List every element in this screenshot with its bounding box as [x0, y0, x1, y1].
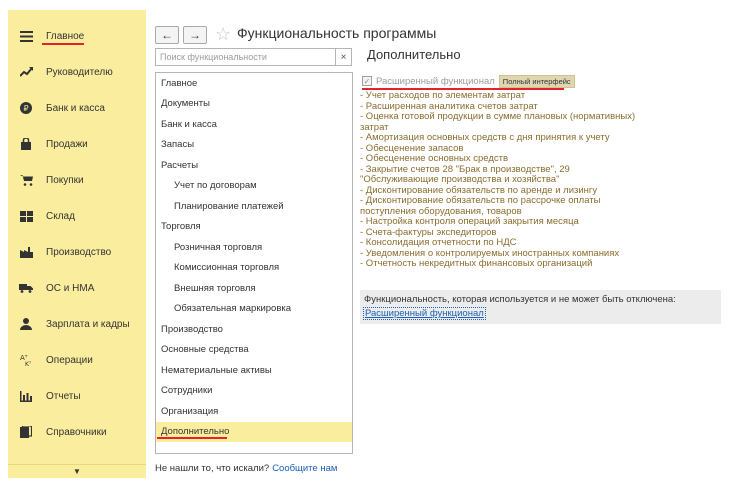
sidebar-item-label: Зарплата и кадры — [46, 318, 130, 330]
list-item[interactable]: Учет по договорам — [156, 176, 352, 196]
list-item[interactable]: Основные средства — [156, 340, 352, 360]
sidebar-item-label: Продажи — [46, 138, 88, 150]
sidebar-item-label: Руководителю — [46, 66, 113, 78]
menu-icon — [19, 29, 33, 43]
feature-line: "Обслуживающие производства и хозяйства" — [360, 174, 560, 185]
search-input[interactable] — [155, 48, 336, 66]
active-section-underline — [157, 437, 227, 439]
operations-icon: Aᵀ Kᵀ — [19, 353, 33, 367]
sidebar-item-sales[interactable]: Продажи — [8, 126, 146, 162]
favorite-star-icon[interactable]: ☆ — [215, 24, 231, 45]
person-icon — [19, 317, 33, 331]
bar-chart-icon — [19, 389, 33, 403]
extended-functional-link[interactable]: Расширенный функционал — [363, 307, 486, 320]
arrow-right-icon: → — [189, 28, 201, 42]
sidebar-item-payroll[interactable]: Зарплата и кадры — [8, 306, 146, 342]
trend-up-icon — [19, 65, 33, 79]
sidebar-item-label: Склад — [46, 210, 75, 222]
svg-text:Kᵀ: Kᵀ — [25, 361, 32, 366]
sidebar-item-label: Отчеты — [46, 390, 81, 402]
back-button[interactable]: ← — [155, 26, 179, 44]
feedback-link[interactable]: Сообщите нам — [272, 463, 337, 474]
extended-functional-row: ✓ Расширенный функционал Полный интерфей… — [362, 74, 575, 88]
book-icon — [19, 425, 33, 439]
list-item[interactable]: Документы — [156, 94, 352, 114]
list-item[interactable]: Обязательная маркировка — [156, 299, 352, 319]
truck-icon — [19, 281, 33, 295]
list-item[interactable]: Внешняя торговля — [156, 278, 352, 298]
full-interface-badge: Полный интерфейс — [498, 74, 575, 88]
sidebar-item-warehouse[interactable]: Склад — [8, 198, 146, 234]
forward-button[interactable]: → — [183, 26, 207, 44]
feature-list: - Учет расходов по элементам затрат - Ра… — [360, 90, 740, 270]
list-item[interactable]: Производство — [156, 319, 352, 339]
sidebar-item-label: Операции — [46, 354, 93, 366]
feature-line: - Обесценение основных средств — [360, 153, 509, 164]
list-item[interactable]: Главное — [156, 73, 352, 93]
feature-line: - Консолидация отчетности по НДС — [360, 237, 517, 248]
arrow-left-icon: ← — [161, 28, 173, 42]
bag-icon — [19, 137, 33, 151]
feature-line: - Отчетность некредитных финансовых орга… — [360, 258, 593, 269]
list-item[interactable]: Нематериальные активы — [156, 360, 352, 380]
feature-line: - Дисконтирование обязательств по рассро… — [360, 195, 601, 206]
section-title: Дополнительно — [367, 47, 461, 62]
extended-functional-label: Расширенный функционал — [376, 75, 495, 87]
always-on-text: Функциональность, которая используется и… — [364, 294, 676, 305]
sidebar-item-label: Производство — [46, 246, 112, 258]
list-item[interactable]: Организация — [156, 401, 352, 421]
sidebar-item-label: Банк и касса — [46, 102, 105, 114]
sidebar-item-production[interactable]: Производство — [8, 234, 146, 270]
list-item[interactable]: Планирование платежей — [156, 196, 352, 216]
warehouse-icon — [19, 209, 33, 223]
svg-text:₽: ₽ — [23, 104, 28, 113]
sidebar-item-main[interactable]: Главное — [8, 18, 146, 54]
sidebar-scroll-down-button[interactable]: ▼ — [8, 464, 146, 478]
sidebar-item-directories[interactable]: Справочники — [8, 414, 146, 450]
checkmark-icon: ✓ — [363, 76, 371, 86]
feature-line: - Учет расходов по элементам затрат — [360, 90, 526, 101]
sidebar-item-label: ОС и НМА — [46, 282, 95, 294]
list-item[interactable]: Розничная торговля — [156, 237, 352, 257]
list-item[interactable]: Расчеты — [156, 155, 352, 175]
sidebar-item-label: Главное — [46, 30, 85, 42]
section-list: Главное Документы Банк и касса Запасы Ра… — [155, 72, 353, 454]
sidebar-item-bank[interactable]: ₽ Банк и касса — [8, 90, 146, 126]
sidebar-item-fixed-assets[interactable]: ОС и НМА — [8, 270, 146, 306]
extended-functional-checkbox[interactable]: ✓ — [362, 76, 372, 86]
sidebar: Главное Руководителю ₽ Банк и касса Прод… — [8, 10, 146, 464]
not-found-row: Не нашли то, что искали? Сообщите нам — [155, 463, 337, 474]
list-item[interactable]: Торговля — [156, 217, 352, 237]
sidebar-item-label: Покупки — [46, 174, 84, 186]
sidebar-item-reports[interactable]: Отчеты — [8, 378, 146, 414]
page-title: Функциональность программы — [237, 25, 437, 41]
list-item[interactable]: Запасы — [156, 135, 352, 155]
always-on-box: Функциональность, которая используется и… — [360, 290, 721, 324]
coin-icon: ₽ — [19, 101, 33, 115]
sidebar-item-operations[interactable]: Aᵀ Kᵀ Операции — [8, 342, 146, 378]
feature-line: - Амортизация основных средств с дня при… — [360, 132, 610, 143]
cart-icon — [19, 173, 33, 187]
feature-line: - Настройка контроля операций закрытия м… — [360, 216, 579, 227]
chevron-down-icon: ▼ — [73, 467, 81, 476]
not-found-text: Не нашли то, что искали? — [155, 463, 270, 474]
list-item[interactable]: Сотрудники — [156, 381, 352, 401]
sidebar-item-label: Справочники — [46, 426, 107, 438]
active-underline — [42, 43, 84, 45]
sidebar-item-manager[interactable]: Руководителю — [8, 54, 146, 90]
feature-line: - Оценка готовой продукции в сумме плано… — [360, 111, 636, 122]
sidebar-item-purchases[interactable]: Покупки — [8, 162, 146, 198]
factory-icon — [19, 245, 33, 259]
search-clear-button[interactable]: × — [336, 48, 352, 66]
close-icon: × — [340, 51, 347, 63]
list-item[interactable]: Комиссионная торговля — [156, 258, 352, 278]
list-item[interactable]: Банк и касса — [156, 114, 352, 134]
